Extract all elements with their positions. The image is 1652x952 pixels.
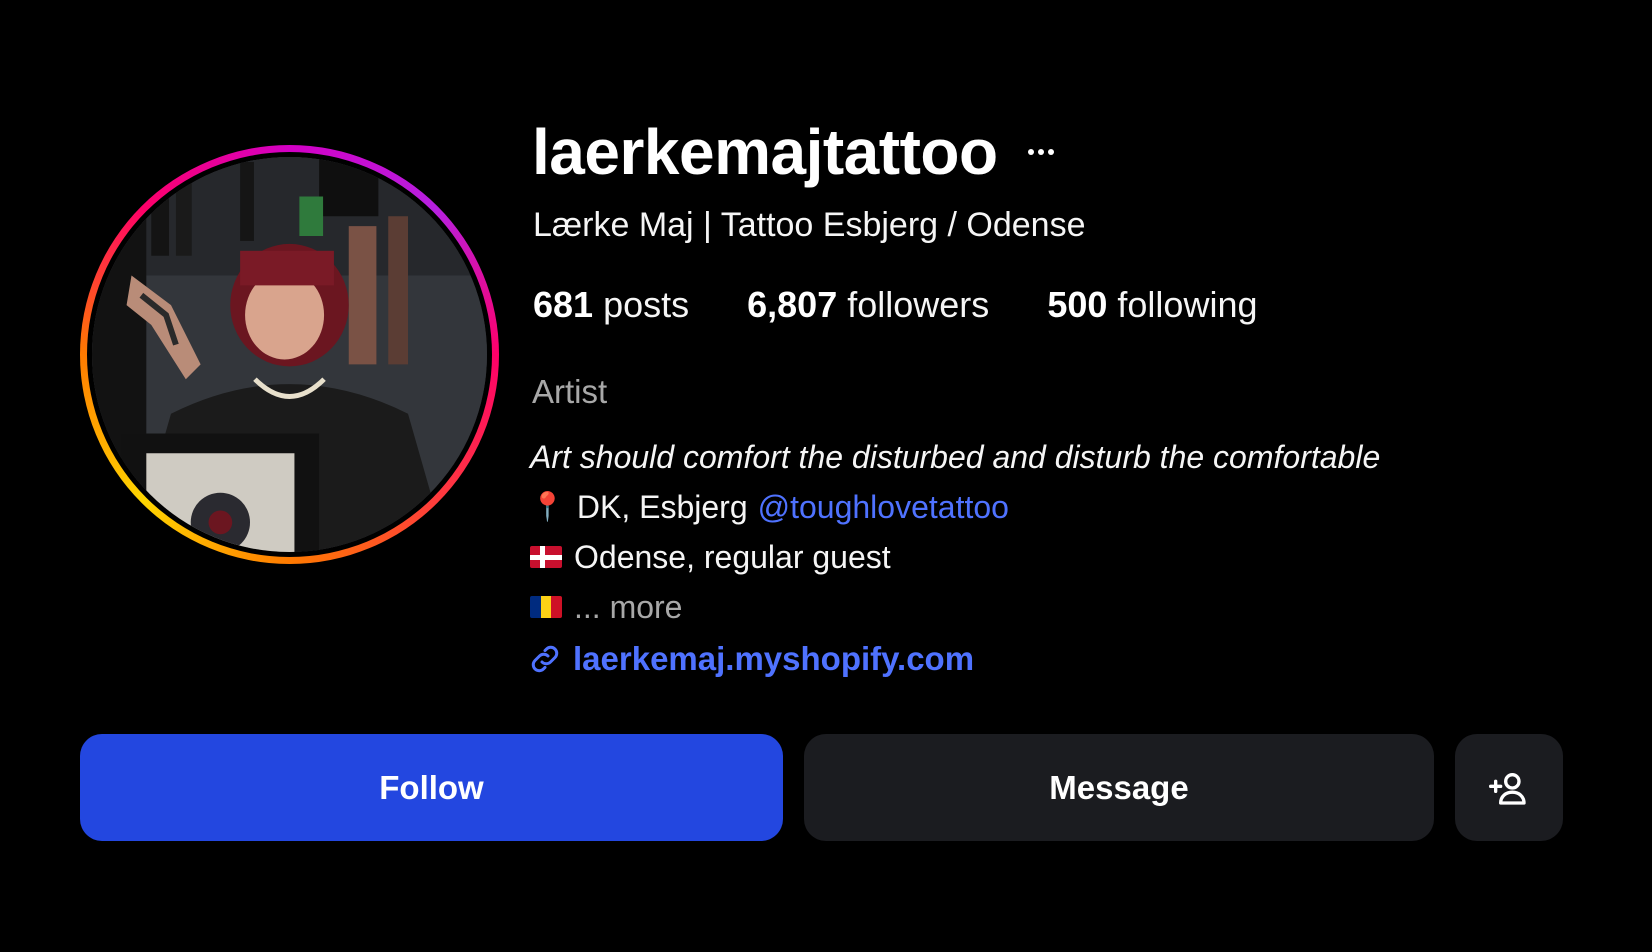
bio-line-more: ... more	[530, 582, 1380, 632]
followers-count: 6,807	[747, 284, 838, 325]
avatar-story-ring[interactable]	[80, 145, 499, 564]
mention-link[interactable]: @toughlovetattoo	[758, 482, 1009, 532]
link-icon	[531, 645, 559, 673]
full-name: Lærke Maj | Tattoo Esbjerg / Odense	[533, 206, 1086, 244]
denmark-flag-icon	[530, 546, 562, 568]
category-label: Artist	[532, 373, 608, 410]
posts-label: posts	[603, 284, 690, 325]
external-link[interactable]: laerkemaj.myshopify.com	[527, 640, 974, 678]
username-row: laerkemajtattoo	[532, 112, 1056, 192]
avatar[interactable]	[92, 157, 487, 552]
round-pushpin-icon: 📍	[530, 490, 565, 523]
following-count: 500	[1047, 284, 1108, 325]
posts-count: 681	[533, 284, 594, 325]
bio-quote: Art should comfort the disturbed and dis…	[530, 439, 1381, 475]
profile-stats: 681 posts 6,807 followers 500 following	[533, 284, 1258, 326]
external-link-text: laerkemaj.myshopify.com	[573, 640, 975, 677]
follow-button-label: Follow	[379, 768, 484, 806]
bio-line-location: 📍 DK, Esbjerg @toughlovetattoo	[530, 482, 1380, 532]
suggested-accounts-button[interactable]	[1455, 734, 1563, 841]
bio-line-guest: Odense, regular guest	[530, 532, 1380, 582]
bio-guest-text: Odense, regular guest	[574, 539, 891, 575]
bio-location-text: DK, Esbjerg	[576, 489, 748, 525]
message-button-label: Message	[1049, 768, 1189, 806]
followers-stat[interactable]: 6,807 followers	[747, 284, 989, 326]
username: laerkemajtattoo	[532, 116, 998, 188]
posts-stat[interactable]: 681 posts	[533, 284, 689, 326]
add-person-icon	[1489, 772, 1526, 805]
bio-more-link[interactable]: ... more	[574, 582, 682, 632]
dot	[1027, 149, 1034, 155]
profile-photo-tattoo-artist	[92, 157, 487, 552]
following-label: following	[1117, 284, 1258, 325]
bio: Art should comfort the disturbed and dis…	[530, 432, 1380, 632]
followers-label: followers	[847, 284, 990, 325]
following-stat[interactable]: 500 following	[1047, 284, 1257, 326]
more-options-icon[interactable]	[1026, 143, 1056, 161]
dot	[1037, 149, 1044, 155]
message-button[interactable]: Message	[804, 734, 1434, 841]
dot	[1047, 149, 1054, 155]
follow-button[interactable]: Follow	[80, 734, 783, 841]
romania-flag-icon	[530, 596, 562, 618]
